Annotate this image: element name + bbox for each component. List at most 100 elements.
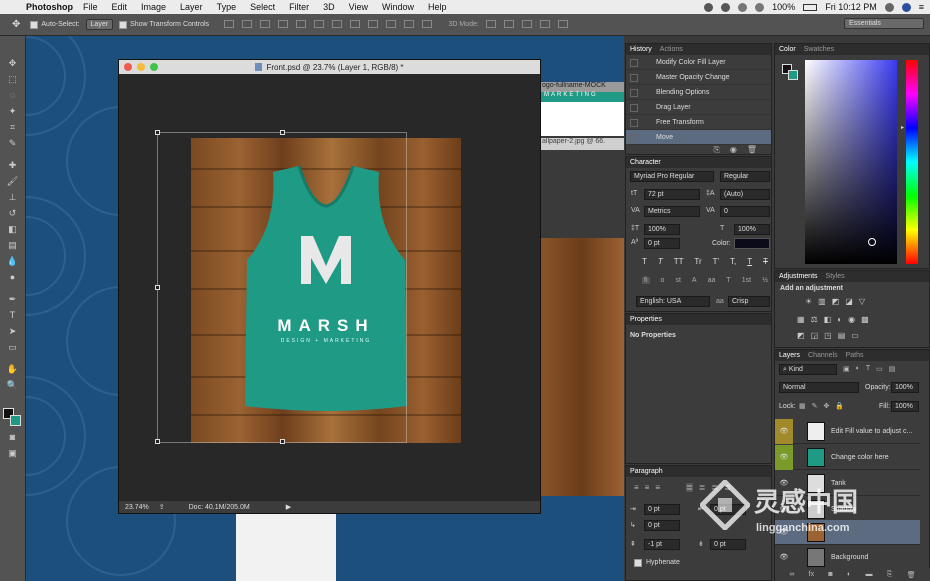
space-after-field[interactable]: 0 pt bbox=[710, 539, 746, 550]
color-background-swatch[interactable] bbox=[788, 70, 798, 80]
align-top-icon[interactable] bbox=[224, 19, 235, 28]
visibility-eye-icon[interactable]: 👁 bbox=[775, 419, 793, 444]
align-left-text-icon[interactable]: ≡ bbox=[634, 483, 639, 492]
auto-select-checkbox[interactable] bbox=[30, 20, 39, 29]
marquee-tool-icon[interactable]: ⬚ bbox=[6, 74, 19, 85]
filter-adjustment-icon[interactable]: ◐ bbox=[856, 365, 860, 373]
filter-pixel-icon[interactable]: ▣ bbox=[843, 365, 850, 373]
auto-select-dropdown[interactable]: Layer bbox=[85, 19, 114, 30]
new-adjustment-icon[interactable]: ◐ bbox=[847, 571, 851, 578]
layer-row[interactable]: 👁 Edit Fill value to adjust c... bbox=[775, 419, 920, 444]
font-style-dropdown[interactable]: Regular bbox=[720, 171, 770, 182]
stylistic-icon[interactable]: A bbox=[692, 277, 697, 284]
vertical-scale-field[interactable]: 100% bbox=[644, 224, 680, 235]
character-panel-title[interactable]: Character bbox=[630, 159, 661, 166]
minimize-icon[interactable] bbox=[137, 63, 145, 71]
baseline-shift-field[interactable]: 0 pt bbox=[644, 238, 680, 249]
subscript-button[interactable]: T, bbox=[730, 257, 736, 266]
tab-color[interactable]: Color bbox=[779, 46, 796, 53]
swash-icon[interactable]: st bbox=[675, 277, 680, 284]
search-icon[interactable] bbox=[884, 2, 894, 12]
lock-move-icon[interactable]: ✥ bbox=[824, 402, 830, 410]
layer-row[interactable]: 👁 Change color here bbox=[775, 445, 920, 470]
menu-edit[interactable]: Edit bbox=[112, 2, 128, 12]
transform-handle[interactable] bbox=[280, 130, 285, 135]
justify-last-center-icon[interactable]: ≣ bbox=[699, 483, 706, 492]
wifi-icon[interactable] bbox=[738, 2, 748, 12]
transform-bounding-box[interactable] bbox=[155, 130, 407, 444]
lock-transparent-icon[interactable]: ▦ bbox=[799, 402, 806, 410]
distribute-vcenter-icon[interactable] bbox=[349, 19, 360, 28]
distribute-left-icon[interactable] bbox=[385, 19, 396, 28]
properties-panel-title[interactable]: Properties bbox=[630, 316, 662, 323]
hyphenate-checkbox[interactable] bbox=[634, 559, 642, 567]
battery-percent[interactable]: 100% bbox=[772, 2, 795, 12]
font-family-dropdown[interactable]: Myriad Pro Regular bbox=[630, 171, 714, 182]
fraction-icon[interactable]: ½ bbox=[762, 277, 768, 284]
justify-all-icon[interactable]: ≣ bbox=[724, 483, 731, 492]
background-color-swatch[interactable] bbox=[10, 415, 21, 426]
eyedropper-icon[interactable]: ✎ bbox=[6, 138, 19, 149]
visibility-eye-icon[interactable]: 👁 bbox=[775, 497, 793, 522]
history-item[interactable]: Modify Color Fill Layer bbox=[626, 55, 771, 70]
strikethrough-button[interactable]: T bbox=[763, 257, 768, 266]
lasso-tool-icon[interactable]: ◌ bbox=[6, 90, 19, 101]
filter-shape-icon[interactable]: ▭ bbox=[876, 365, 883, 373]
black-white-icon[interactable]: ◧ bbox=[824, 315, 832, 324]
paragraph-panel-title[interactable]: Paragraph bbox=[630, 468, 663, 475]
screen-mode-icon[interactable]: ▣ bbox=[6, 448, 19, 459]
maximize-icon[interactable] bbox=[150, 63, 158, 71]
color-field[interactable] bbox=[805, 60, 897, 264]
visibility-eye-icon[interactable]: 👁 bbox=[775, 445, 793, 470]
color-lookup-icon[interactable]: ▩ bbox=[861, 315, 869, 324]
tab-actions[interactable]: Actions bbox=[660, 46, 683, 53]
tab-history[interactable]: History bbox=[630, 46, 652, 53]
align-left-icon[interactable] bbox=[277, 19, 288, 28]
old-style-icon[interactable]: o bbox=[661, 277, 665, 284]
space-before-field[interactable]: -1 pt bbox=[644, 539, 680, 550]
menu-select[interactable]: Select bbox=[250, 2, 275, 12]
tracking-field[interactable]: 0 bbox=[720, 206, 770, 217]
path-select-icon[interactable]: ➤ bbox=[6, 326, 19, 337]
3d-roll-icon[interactable] bbox=[503, 19, 514, 28]
dodge-tool-icon[interactable]: ● bbox=[6, 272, 19, 283]
invert-icon[interactable]: ◩ bbox=[797, 331, 805, 340]
clock[interactable]: Fri 10:12 PM bbox=[825, 2, 877, 12]
blur-tool-icon[interactable]: 💧 bbox=[6, 256, 19, 267]
eraser-icon[interactable]: ◧ bbox=[6, 224, 19, 235]
sync-icon[interactable] bbox=[721, 2, 731, 12]
opacity-field[interactable]: 100% bbox=[891, 382, 919, 393]
menu-help[interactable]: Help bbox=[428, 2, 447, 12]
user-avatar-icon[interactable] bbox=[901, 2, 911, 12]
faux-bold-button[interactable]: T bbox=[642, 257, 647, 266]
quick-mask-icon[interactable]: ◙ bbox=[6, 432, 19, 443]
leading-field[interactable]: (Auto) bbox=[720, 189, 770, 200]
background-document-3[interactable] bbox=[236, 514, 336, 581]
indent-right-field[interactable]: 0 pt bbox=[710, 504, 746, 515]
superscript-button[interactable]: T' bbox=[713, 257, 719, 266]
ligature-icon[interactable]: fi bbox=[642, 277, 650, 284]
justify-last-right-icon[interactable]: ≣ bbox=[711, 483, 718, 492]
distribute-hcenter-icon[interactable] bbox=[403, 19, 414, 28]
history-item[interactable]: Drag Layer bbox=[626, 100, 771, 115]
tab-paths[interactable]: Paths bbox=[846, 352, 864, 359]
distribute-bottom-icon[interactable] bbox=[367, 19, 378, 28]
menu-layer[interactable]: Layer bbox=[180, 2, 203, 12]
layer-style-icon[interactable]: fx bbox=[809, 571, 814, 578]
text-color-swatch[interactable] bbox=[734, 238, 770, 249]
history-item[interactable]: Free Transform bbox=[626, 115, 771, 130]
underline-button[interactable]: T bbox=[747, 257, 752, 266]
menu-3d[interactable]: 3D bbox=[323, 2, 335, 12]
align-hcenter-icon[interactable] bbox=[295, 19, 306, 28]
menu-file[interactable]: File bbox=[83, 2, 98, 12]
small-caps-button[interactable]: Tr bbox=[694, 257, 701, 266]
visibility-eye-icon[interactable]: 👁 bbox=[775, 520, 793, 545]
distribute-right-icon[interactable] bbox=[421, 19, 432, 28]
filter-type-icon[interactable]: T bbox=[866, 365, 870, 373]
visibility-eye-icon[interactable]: 👁 bbox=[775, 471, 793, 496]
doc-size[interactable]: Doc: 40.1M/205.0M bbox=[189, 504, 250, 511]
color-picker-cursor[interactable] bbox=[868, 238, 876, 246]
tab-adjustments[interactable]: Adjustments bbox=[779, 273, 818, 280]
healing-brush-icon[interactable]: ✚ bbox=[6, 160, 19, 171]
background-document-2-tab[interactable]: allpaper-2.jpg @ 66. bbox=[540, 138, 624, 150]
